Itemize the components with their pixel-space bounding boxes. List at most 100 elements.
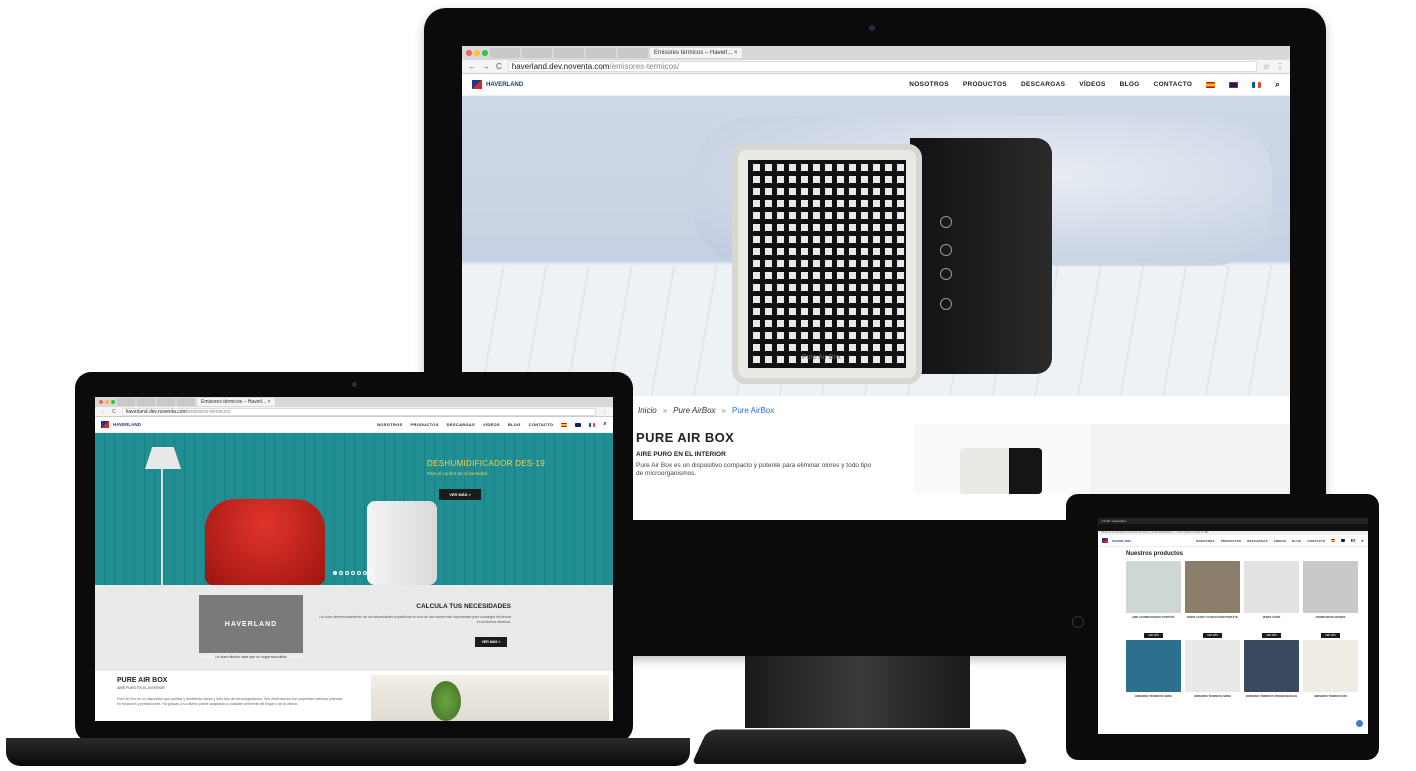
product-card[interactable]: EMISORES TÉRMICOS PROGRAMABLES — [1244, 640, 1299, 716]
product-name: TERMOVENTILADORES — [1315, 616, 1346, 619]
france-flag-icon[interactable] — [1252, 81, 1262, 88]
nav-item-blog[interactable]: BLOG — [1120, 81, 1140, 88]
nav-item-blog[interactable]: BLOG — [508, 422, 521, 427]
browser-tab[interactable] — [157, 398, 175, 406]
product-button[interactable]: VER MÁS — [1144, 633, 1163, 638]
product-button[interactable]: VER MÁS — [1203, 633, 1222, 638]
browser-tab[interactable] — [522, 48, 552, 58]
nav-item-contacto[interactable]: CONTACTO — [1307, 539, 1325, 543]
nav-item-descargas[interactable]: DESCARGAS — [1247, 539, 1268, 543]
browser-tab[interactable] — [618, 48, 648, 58]
browser-tab[interactable] — [117, 398, 135, 406]
spain-flag-icon[interactable] — [561, 422, 568, 427]
site-logo[interactable]: HAVERLAND — [1102, 538, 1131, 543]
france-flag-icon[interactable] — [589, 422, 596, 427]
reload-icon[interactable]: C — [496, 62, 502, 71]
product-title: PURE AIR BOX — [117, 677, 168, 684]
product-card[interactable]: EMISORES TÉRMICOS SERIE — [1185, 640, 1240, 716]
haverland-logo-icon — [1102, 538, 1108, 543]
close-window-icon[interactable] — [466, 50, 472, 56]
timer-button-icon — [940, 268, 952, 280]
breadcrumb-home[interactable]: Inicio — [638, 406, 657, 415]
spain-flag-icon[interactable] — [1331, 539, 1336, 542]
home-button[interactable] — [1072, 616, 1084, 628]
slider-dot[interactable] — [357, 571, 361, 575]
product-button[interactable]: VER MÁS — [1321, 633, 1340, 638]
product-card[interactable]: VENTILACIÓN Y EXTRACCIÓN PORTÁTIL VER MÁS — [1185, 561, 1240, 638]
product-mini-photo — [960, 448, 1042, 494]
product-card[interactable]: EMISORES TÉRMICOS RD — [1303, 640, 1358, 716]
forward-icon[interactable]: → — [482, 62, 490, 71]
browser-tab-active[interactable]: Emisores térmicos – Haverl... × — [650, 48, 742, 58]
nav-item-videos[interactable]: VÍDEOS — [1079, 81, 1105, 88]
slider-dot[interactable] — [351, 571, 355, 575]
url-path: /emisores-termicos/ — [186, 408, 231, 415]
product-image — [1303, 640, 1358, 692]
nav-item-productos[interactable]: PRODUCTOS — [1221, 539, 1242, 543]
maximize-window-icon[interactable] — [111, 400, 115, 404]
product-card[interactable]: VENTILACIÓN VER MÁS — [1244, 561, 1299, 638]
nav-item-contacto[interactable]: CONTACTO — [1154, 81, 1193, 88]
nav-item-videos[interactable]: VÍDEOS — [483, 422, 500, 427]
address-bar[interactable]: haverland.dev.noventa.com/emisores-termi… — [121, 407, 596, 416]
power-button-icon — [940, 216, 952, 228]
browser-tab[interactable] — [490, 48, 520, 58]
slider-dot[interactable] — [369, 571, 373, 575]
product-card[interactable]: AIRE ACONDICIONADO PORTÁTIL VER MÁS — [1126, 561, 1181, 638]
site-logo[interactable]: HAVERLAND — [101, 421, 141, 428]
browser-tab[interactable] — [554, 48, 584, 58]
calculator-button[interactable]: VER MÁS » — [475, 637, 507, 647]
nav-item-descargas[interactable]: DESCARGAS — [1021, 81, 1065, 88]
search-icon[interactable]: ⌕ — [603, 421, 607, 428]
search-icon[interactable]: ⌕ — [1275, 80, 1280, 90]
uk-flag-icon[interactable] — [1341, 539, 1346, 542]
back-icon[interactable]: ← — [101, 409, 106, 415]
extensions-icon[interactable]: ⋮ — [1276, 62, 1284, 71]
uk-flag-icon[interactable] — [1229, 81, 1239, 88]
nav-item-productos[interactable]: PRODUCTOS — [410, 422, 438, 427]
url-host: haverland.dev.noventa.com — [511, 62, 610, 71]
address-bar[interactable]: haverland.dev.noventa.com/emisores-termi… — [507, 61, 1257, 72]
spain-flag-icon[interactable] — [1206, 81, 1216, 88]
nav-item-contacto[interactable]: CONTACTO — [529, 422, 554, 427]
product-card[interactable]: TERMOVENTILADORES VER MÁS — [1303, 561, 1358, 638]
reload-icon[interactable]: C — [112, 409, 116, 415]
close-window-icon[interactable] — [99, 400, 103, 404]
maximize-window-icon[interactable] — [482, 50, 488, 56]
chat-bubble-icon[interactable] — [1355, 719, 1364, 728]
breadcrumb-category[interactable]: Pure AirBox — [673, 406, 715, 415]
nav-item-nosotros[interactable]: NOSOTROS — [1196, 539, 1214, 543]
nav-item-nosotros[interactable]: NOSOTROS — [909, 81, 949, 88]
uk-flag-icon[interactable] — [575, 422, 582, 427]
nav-item-videos[interactable]: VÍDEOS — [1274, 539, 1286, 543]
site-header: HAVERLAND NOSOTROS PRODUCTOS DESCARGAS V… — [95, 417, 613, 433]
search-icon[interactable]: ⌕ — [1361, 538, 1364, 543]
bookmark-star-icon[interactable]: ☆ — [1263, 62, 1270, 71]
floor-lamp — [145, 447, 181, 469]
slider-dot[interactable] — [339, 571, 343, 575]
browser-tab[interactable] — [586, 48, 616, 58]
extensions-icon[interactable]: ⋮ — [602, 409, 607, 415]
browser-tab[interactable] — [177, 398, 195, 406]
browser-tab[interactable] — [137, 398, 155, 406]
browser-tab-active[interactable]: Emisores térmicos – Haverl... × — [197, 398, 275, 406]
nav-item-descargas[interactable]: DESCARGAS — [447, 422, 475, 427]
hero-slider: DESHUMIDIFICADOR DES-19 Para el control … — [95, 433, 613, 585]
browser-toolbar: ← C haverland.dev.noventa.com/emisores-t… — [95, 407, 613, 417]
product-card[interactable]: EMISORES TÉRMICOS SERIE — [1126, 640, 1181, 716]
nav-item-productos[interactable]: PRODUCTOS — [963, 81, 1007, 88]
slider-dot[interactable] — [345, 571, 349, 575]
product-button[interactable]: VER MÁS — [1262, 633, 1281, 638]
hero-cta-button[interactable]: VER MÁS » — [439, 489, 481, 500]
slider-dot[interactable] — [363, 571, 367, 575]
slider-dot[interactable] — [333, 571, 337, 575]
back-icon[interactable]: ← — [468, 62, 476, 71]
nav-item-blog[interactable]: BLOG — [1292, 539, 1301, 543]
minimize-window-icon[interactable] — [105, 400, 109, 404]
lamp-stand — [161, 469, 163, 585]
site-logo[interactable]: HAVERLAND — [472, 80, 523, 89]
minimize-window-icon[interactable] — [474, 50, 480, 56]
nav-item-nosotros[interactable]: NOSOTROS — [377, 422, 402, 427]
dehumidifier-photo — [367, 501, 437, 585]
france-flag-icon[interactable] — [1351, 539, 1356, 542]
